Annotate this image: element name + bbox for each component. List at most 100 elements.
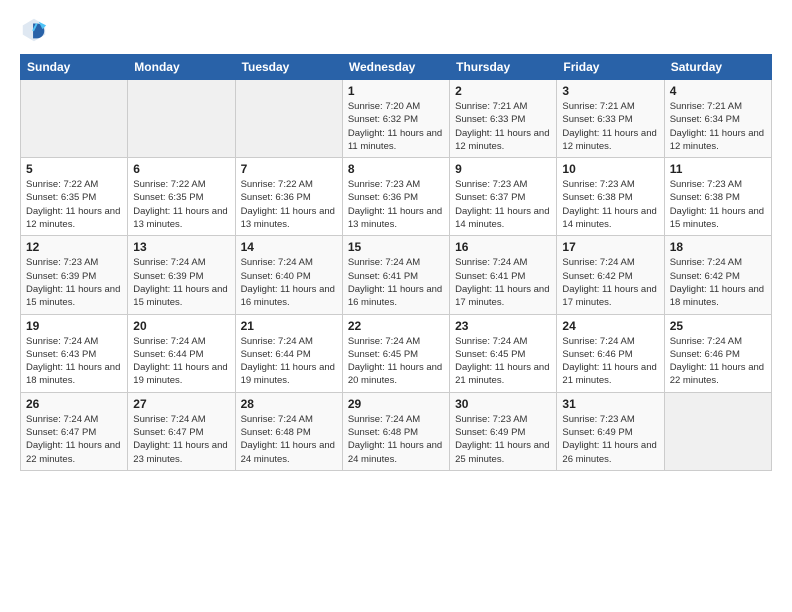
day-number: 25 [670,319,766,333]
day-info: Sunrise: 7:23 AM Sunset: 6:37 PM Dayligh… [455,178,551,231]
day-number: 20 [133,319,229,333]
day-number: 2 [455,84,551,98]
logo-icon [20,16,48,44]
day-number: 17 [562,240,658,254]
day-number: 5 [26,162,122,176]
calendar-cell: 22 Sunrise: 7:24 AM Sunset: 6:45 PM Dayli… [342,314,449,392]
calendar-cell [235,80,342,158]
logo [20,16,52,44]
day-number: 11 [670,162,766,176]
calendar-week-row: 5 Sunrise: 7:22 AM Sunset: 6:35 PM Daylig… [21,158,772,236]
day-info: Sunrise: 7:23 AM Sunset: 6:38 PM Dayligh… [670,178,766,231]
calendar-cell: 4Sunrise: 7:21 AM Sunset: 6:34 PM Daylig… [664,80,771,158]
calendar-cell: 15 Sunrise: 7:24 AM Sunset: 6:41 PM Dayli… [342,236,449,314]
calendar-cell: 1Sunrise: 7:20 AM Sunset: 6:32 PM Daylig… [342,80,449,158]
calendar-cell: 21 Sunrise: 7:24 AM Sunset: 6:44 PM Dayli… [235,314,342,392]
calendar-cell: 10 Sunrise: 7:23 AM Sunset: 6:38 PM Dayli… [557,158,664,236]
day-number: 22 [348,319,444,333]
day-number: 28 [241,397,337,411]
calendar-cell: 9 Sunrise: 7:23 AM Sunset: 6:37 PM Daylig… [450,158,557,236]
calendar-cell: 2 Sunrise: 7:21 AM Sunset: 6:33 PM Daylig… [450,80,557,158]
day-number: 3 [562,84,658,98]
day-number: 15 [348,240,444,254]
day-number: 10 [562,162,658,176]
day-info: Sunrise: 7:24 AM Sunset: 6:42 PM Dayligh… [562,256,658,309]
calendar-cell: 30 Sunrise: 7:23 AM Sunset: 6:49 PM Dayli… [450,392,557,470]
day-number: 6 [133,162,229,176]
day-info: Sunrise: 7:24 AM Sunset: 6:47 PM Dayligh… [133,413,229,466]
day-number: 21 [241,319,337,333]
weekday-header-wednesday: Wednesday [342,55,449,80]
calendar-cell: 8Sunrise: 7:23 AM Sunset: 6:36 PM Daylig… [342,158,449,236]
day-info: Sunrise: 7:24 AM Sunset: 6:44 PM Dayligh… [133,335,229,388]
weekday-header-friday: Friday [557,55,664,80]
calendar-cell: 7Sunrise: 7:22 AM Sunset: 6:36 PM Daylig… [235,158,342,236]
page: SundayMondayTuesdayWednesdayThursdayFrid… [0,0,792,612]
weekday-header-tuesday: Tuesday [235,55,342,80]
day-number: 9 [455,162,551,176]
weekday-header-row: SundayMondayTuesdayWednesdayThursdayFrid… [21,55,772,80]
day-info: Sunrise: 7:24 AM Sunset: 6:40 PM Dayligh… [241,256,337,309]
day-info: Sunrise: 7:24 AM Sunset: 6:42 PM Dayligh… [670,256,766,309]
day-info: Sunrise: 7:22 AM Sunset: 6:35 PM Dayligh… [133,178,229,231]
day-number: 27 [133,397,229,411]
day-number: 30 [455,397,551,411]
calendar-cell: 14 Sunrise: 7:24 AM Sunset: 6:40 PM Dayli… [235,236,342,314]
calendar-cell: 31Sunrise: 7:23 AM Sunset: 6:49 PM Dayli… [557,392,664,470]
day-number: 26 [26,397,122,411]
calendar-cell: 3 Sunrise: 7:21 AM Sunset: 6:33 PM Daylig… [557,80,664,158]
header [20,16,772,44]
weekday-header-sunday: Sunday [21,55,128,80]
day-info: Sunrise: 7:23 AM Sunset: 6:36 PM Dayligh… [348,178,444,231]
day-number: 23 [455,319,551,333]
day-number: 13 [133,240,229,254]
calendar-cell [664,392,771,470]
day-info: Sunrise: 7:20 AM Sunset: 6:32 PM Dayligh… [348,100,444,153]
calendar-cell: 20 Sunrise: 7:24 AM Sunset: 6:44 PM Dayli… [128,314,235,392]
day-info: Sunrise: 7:24 AM Sunset: 6:46 PM Dayligh… [562,335,658,388]
calendar-cell: 6 Sunrise: 7:22 AM Sunset: 6:35 PM Daylig… [128,158,235,236]
day-info: Sunrise: 7:24 AM Sunset: 6:44 PM Dayligh… [241,335,337,388]
day-info: Sunrise: 7:23 AM Sunset: 6:49 PM Dayligh… [455,413,551,466]
day-info: Sunrise: 7:23 AM Sunset: 6:38 PM Dayligh… [562,178,658,231]
calendar-cell: 29 Sunrise: 7:24 AM Sunset: 6:48 PM Dayli… [342,392,449,470]
day-info: Sunrise: 7:24 AM Sunset: 6:41 PM Dayligh… [348,256,444,309]
calendar-cell: 13Sunrise: 7:24 AM Sunset: 6:39 PM Dayli… [128,236,235,314]
day-info: Sunrise: 7:22 AM Sunset: 6:36 PM Dayligh… [241,178,337,231]
day-number: 14 [241,240,337,254]
calendar-cell: 25 Sunrise: 7:24 AM Sunset: 6:46 PM Dayli… [664,314,771,392]
calendar-cell [128,80,235,158]
weekday-header-saturday: Saturday [664,55,771,80]
calendar-cell: 28 Sunrise: 7:24 AM Sunset: 6:48 PM Dayli… [235,392,342,470]
day-number: 19 [26,319,122,333]
calendar-cell: 11 Sunrise: 7:23 AM Sunset: 6:38 PM Dayli… [664,158,771,236]
day-number: 18 [670,240,766,254]
day-info: Sunrise: 7:21 AM Sunset: 6:33 PM Dayligh… [455,100,551,153]
day-info: Sunrise: 7:24 AM Sunset: 6:47 PM Dayligh… [26,413,122,466]
calendar-cell: 19Sunrise: 7:24 AM Sunset: 6:43 PM Dayli… [21,314,128,392]
calendar-cell: 24 Sunrise: 7:24 AM Sunset: 6:46 PM Dayli… [557,314,664,392]
day-info: Sunrise: 7:24 AM Sunset: 6:45 PM Dayligh… [348,335,444,388]
day-info: Sunrise: 7:24 AM Sunset: 6:45 PM Dayligh… [455,335,551,388]
day-number: 16 [455,240,551,254]
calendar-cell [21,80,128,158]
day-info: Sunrise: 7:24 AM Sunset: 6:46 PM Dayligh… [670,335,766,388]
day-info: Sunrise: 7:24 AM Sunset: 6:41 PM Dayligh… [455,256,551,309]
day-number: 24 [562,319,658,333]
calendar-cell: 23 Sunrise: 7:24 AM Sunset: 6:45 PM Dayli… [450,314,557,392]
calendar-week-row: 19Sunrise: 7:24 AM Sunset: 6:43 PM Dayli… [21,314,772,392]
calendar-week-row: 26 Sunrise: 7:24 AM Sunset: 6:47 PM Dayli… [21,392,772,470]
calendar-cell: 26 Sunrise: 7:24 AM Sunset: 6:47 PM Dayli… [21,392,128,470]
day-info: Sunrise: 7:24 AM Sunset: 6:48 PM Dayligh… [348,413,444,466]
calendar-cell: 18 Sunrise: 7:24 AM Sunset: 6:42 PM Dayli… [664,236,771,314]
day-number: 29 [348,397,444,411]
weekday-header-monday: Monday [128,55,235,80]
calendar-cell: 17 Sunrise: 7:24 AM Sunset: 6:42 PM Dayli… [557,236,664,314]
calendar-week-row: 1Sunrise: 7:20 AM Sunset: 6:32 PM Daylig… [21,80,772,158]
day-info: Sunrise: 7:24 AM Sunset: 6:48 PM Dayligh… [241,413,337,466]
day-info: Sunrise: 7:21 AM Sunset: 6:34 PM Dayligh… [670,100,766,153]
calendar-cell: 5Sunrise: 7:22 AM Sunset: 6:35 PM Daylig… [21,158,128,236]
calendar-cell: 12Sunrise: 7:23 AM Sunset: 6:39 PM Dayli… [21,236,128,314]
day-info: Sunrise: 7:21 AM Sunset: 6:33 PM Dayligh… [562,100,658,153]
day-info: Sunrise: 7:23 AM Sunset: 6:39 PM Dayligh… [26,256,122,309]
